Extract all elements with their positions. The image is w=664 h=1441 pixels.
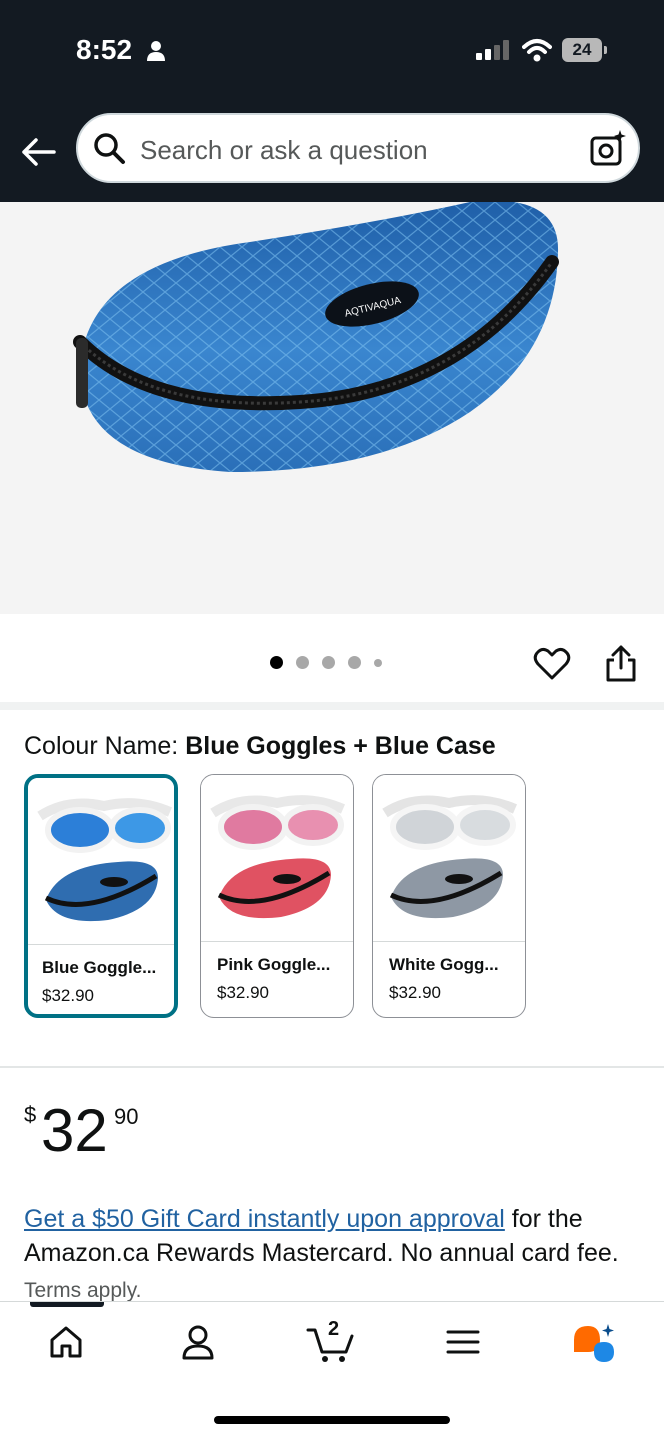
swatch-image	[28, 778, 174, 945]
promo-message: Get a $50 Gift Card instantly upon appro…	[24, 1202, 624, 1308]
swatch-price: $32.90	[217, 983, 269, 1002]
swatch-image	[201, 775, 353, 942]
price-symbol: $	[24, 1102, 37, 1127]
active-tab-indicator	[30, 1302, 104, 1307]
wifi-icon	[522, 39, 552, 62]
status-time: 8:52	[76, 34, 133, 65]
swatch-name: Blue Goggle...	[42, 958, 157, 977]
carousel-dot[interactable]	[374, 658, 382, 667]
account-icon[interactable]	[180, 1322, 216, 1362]
product-image[interactable]: AQTIVAQUA	[0, 202, 664, 614]
search-bar[interactable]: Search or ask a question	[76, 113, 640, 183]
section-separator	[0, 702, 664, 710]
cellular-signal-icon	[476, 40, 509, 60]
colour-option-white[interactable]: White Gogg... $32.90	[372, 774, 526, 1018]
image-carousel-dots[interactable]	[270, 656, 382, 669]
swatch-name: White Gogg...	[389, 955, 499, 974]
swatch-price: $32.90	[389, 983, 441, 1002]
carousel-dot[interactable]	[270, 656, 283, 669]
colour-name-line: Colour Name: Blue Goggles + Blue Case	[24, 732, 496, 761]
heart-icon[interactable]	[532, 644, 572, 684]
carousel-dot[interactable]	[348, 656, 361, 669]
price-fraction: 90	[114, 1104, 139, 1129]
camera-search-icon[interactable]	[588, 129, 628, 169]
swatch-price: $32.90	[42, 986, 94, 1005]
menu-icon[interactable]	[446, 1322, 480, 1362]
colour-selected-value: Blue Goggles + Blue Case	[185, 732, 496, 760]
price-whole: 32	[41, 1097, 108, 1164]
swatch-image	[373, 775, 525, 942]
gift-card-link[interactable]: Get a $50 Gift Card instantly upon appro…	[24, 1205, 505, 1233]
carousel-dot[interactable]	[322, 656, 335, 669]
home-indicator[interactable]	[214, 1416, 450, 1424]
rufus-assistant-icon[interactable]	[570, 1322, 618, 1366]
back-arrow-icon[interactable]	[18, 132, 58, 172]
section-divider	[0, 1066, 664, 1068]
cart-count: 2	[328, 1318, 340, 1340]
carousel-dot[interactable]	[296, 656, 309, 669]
search-input[interactable]: Search or ask a question	[140, 135, 428, 166]
colour-option-blue[interactable]: Blue Goggle... $32.90	[24, 774, 178, 1018]
colour-label: Colour Name:	[24, 732, 179, 760]
promo-terms: Terms apply.	[24, 1279, 142, 1302]
colour-option-pink[interactable]: Pink Goggle... $32.90	[200, 774, 354, 1018]
home-icon[interactable]	[48, 1322, 84, 1362]
search-icon	[94, 133, 125, 164]
share-icon[interactable]	[604, 644, 638, 684]
battery-tip	[604, 46, 607, 54]
person-icon	[147, 41, 165, 61]
goggle-case-image: AQTIVAQUA	[73, 202, 559, 472]
swatch-name: Pink Goggle...	[217, 955, 331, 974]
battery-indicator: 24	[562, 38, 602, 62]
